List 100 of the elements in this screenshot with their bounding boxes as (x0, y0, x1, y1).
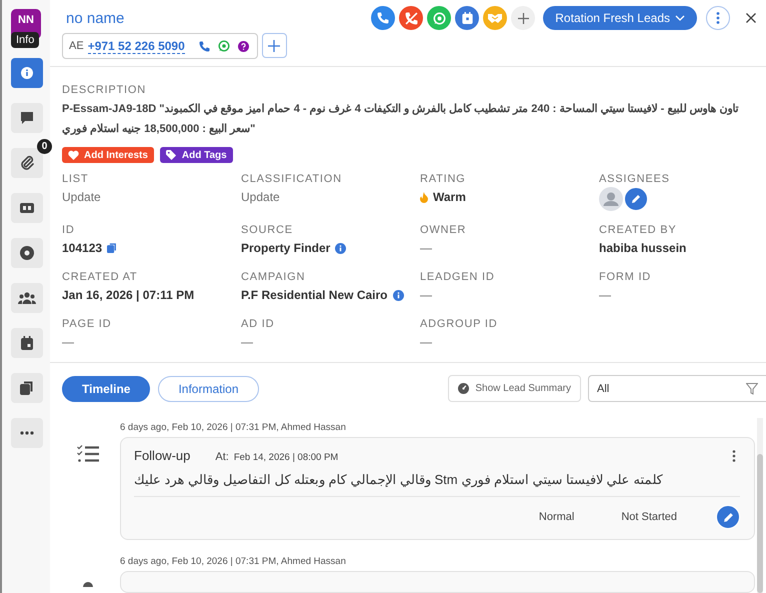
scrollbar[interactable] (757, 418, 763, 593)
filter-icon (746, 382, 758, 394)
field-value: — (62, 335, 74, 349)
count-badge: 0 (37, 139, 52, 154)
tooltip: Info (11, 32, 40, 48)
edit-button[interactable] (624, 187, 648, 211)
sidebar-button[interactable] (11, 373, 43, 403)
field-value: Update (241, 190, 280, 204)
ad-icon (20, 203, 34, 213)
help-icon[interactable] (238, 40, 249, 52)
field-label: ID (62, 224, 76, 236)
due-label: At: (215, 451, 229, 463)
tag-button[interactable]: Add Interests (62, 147, 154, 163)
user-avatar-icon (599, 187, 623, 211)
people-icon (18, 292, 36, 304)
info-icon[interactable] (335, 242, 346, 254)
flame-icon (420, 192, 428, 202)
field-label: AD ID (241, 318, 276, 330)
call-button[interactable] (371, 6, 396, 30)
field-label: DESCRIPTION (62, 84, 147, 96)
field-label: CAMPAIGN (241, 271, 306, 283)
field-label: LEADGEN ID (420, 271, 496, 283)
field-value: Property Finder (241, 241, 330, 255)
gauge-icon (458, 383, 470, 394)
sidebar-button[interactable] (11, 418, 43, 448)
phone-off-icon (404, 12, 418, 24)
calendar-icon (462, 12, 473, 24)
sidebar-button[interactable] (11, 283, 43, 313)
tag-icon (166, 150, 177, 160)
sidebar-button[interactable] (11, 238, 43, 268)
copy-icon (20, 381, 34, 395)
due-date: Feb 14, 2026 | 08:00 PM (234, 452, 338, 463)
whatsapp-button[interactable] (427, 6, 452, 30)
add-button[interactable] (511, 6, 536, 30)
more-icon (20, 431, 34, 435)
field-label: CREATED AT (62, 271, 138, 283)
field-value: Update (62, 190, 101, 204)
lead-name: no name (65, 9, 126, 27)
heart-icon (68, 150, 79, 160)
entry-meta: 6 days ago, Feb 10, 2026 | 07:31 PM, Ahmed Hassan (119, 422, 347, 433)
paperclip-icon (20, 155, 34, 171)
field-label: ASSIGNEES (599, 173, 671, 185)
task-list-icon (77, 445, 99, 463)
more-vertical-icon (716, 12, 720, 24)
field-value: habiba hussein (599, 241, 686, 255)
more-vertical-icon (732, 450, 736, 462)
sidebar-button[interactable] (11, 328, 43, 358)
status-text: Not Started (621, 511, 677, 523)
calendar-button[interactable] (455, 6, 480, 30)
field-value: — (241, 335, 253, 349)
calendar-icon (21, 336, 33, 350)
field-label: CLASSIFICATION (241, 173, 343, 185)
sidebar-button[interactable] (11, 148, 43, 178)
no-call-button[interactable] (399, 6, 424, 30)
phone-field[interactable]: AE +971 52 226 5090 (62, 33, 258, 59)
copy-icon[interactable] (107, 243, 118, 253)
field-value: — (420, 241, 432, 255)
field-value: 104123 (62, 241, 102, 255)
field-label: PAGE ID (62, 318, 112, 330)
field-value: Warm (433, 190, 466, 204)
add-phone-button[interactable] (262, 33, 287, 58)
field-label: FORM ID (599, 271, 652, 283)
tag-button[interactable]: Add Tags (160, 147, 233, 163)
sidebar-button[interactable] (11, 103, 43, 133)
tab[interactable]: Timeline (62, 376, 150, 402)
whatsapp-icon (432, 12, 446, 24)
field-value: — (420, 335, 432, 349)
pipeline-dropdown[interactable]: Rotation Fresh Leads (543, 6, 697, 30)
field-label: CREATED BY (599, 224, 678, 236)
field-label: OWNER (420, 224, 468, 236)
record-icon (20, 246, 34, 260)
field-label: ADGROUP ID (420, 318, 498, 330)
chevron-down-icon (675, 15, 685, 21)
more-button[interactable] (706, 6, 730, 30)
entry-note: كلمته علي لافيستا سيتي استلام فوري Stm وقالي الإجمالي كام وبعتله كل التفاصيل وقالي هرد عليك (134, 472, 740, 497)
tab[interactable]: Information (158, 376, 258, 402)
close-icon (746, 13, 756, 23)
field-label: RATING (420, 173, 467, 185)
info-icon (21, 67, 33, 79)
priority-text: Normal (538, 511, 574, 523)
country-code: AE (69, 40, 84, 52)
entry-meta: 6 days ago, Feb 10, 2026 | 07:31 PM, Ahmed Hassan (119, 556, 347, 567)
chat-icon (20, 111, 34, 125)
entry-title: Follow-up (134, 448, 190, 463)
plus-icon (268, 40, 280, 52)
field-value: — (420, 288, 432, 302)
field-value: — (599, 288, 611, 302)
field-label: SOURCE (241, 224, 294, 236)
field-value: P.F Residential New Cairo (241, 288, 388, 302)
plus-icon (518, 12, 529, 24)
filter-dropdown[interactable]: All (588, 375, 766, 402)
info-icon[interactable] (392, 290, 404, 300)
pencil-icon (722, 512, 734, 522)
pencil-icon (631, 194, 641, 204)
sidebar-button[interactable] (11, 193, 43, 223)
edit-button[interactable] (716, 505, 740, 529)
description-text: P-Essam-JA9-18D "تاون هاوس للبيع - لافيستا سيتي المساحة : 240 متر تشطيب كامل بالفرش و التكيفات 4 غرف نوم - 4 حمام اميز موقع في الكمبوند سعر البيع : 18,500,000 جنيه استلام فوري" (62, 102, 740, 137)
phone-link[interactable]: +971 52 226 5090 (88, 38, 185, 54)
lead-summary-button[interactable]: Show Lead Summary (448, 375, 581, 402)
whatsapp-icon[interactable] (218, 40, 230, 52)
